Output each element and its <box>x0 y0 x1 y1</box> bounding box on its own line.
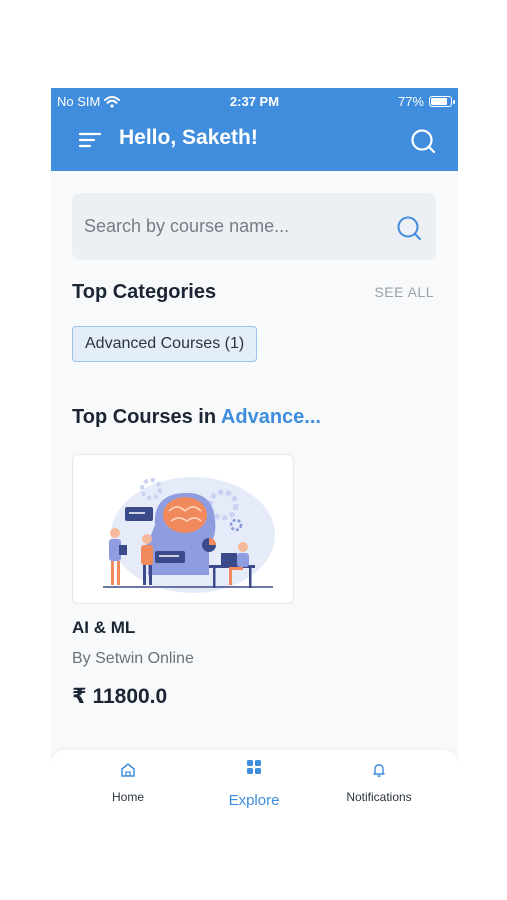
course-price: ₹ 11800.0 <box>72 685 168 708</box>
battery-label: 77% <box>397 94 424 109</box>
tab-home-label: Home <box>111 790 144 804</box>
top-courses-title: Top Courses in Advance... <box>72 406 321 429</box>
ai-illustration <box>103 477 275 593</box>
search-input[interactable] <box>84 193 384 260</box>
status-time: 2:37 PM <box>229 94 280 109</box>
top-courses-title-accent[interactable]: Advance... <box>221 406 321 428</box>
grid-icon <box>247 760 261 774</box>
see-all-link[interactable]: SEE ALL <box>374 284 434 300</box>
course-title[interactable]: AI & ML <box>72 618 135 638</box>
course-thumbnail[interactable] <box>72 454 294 604</box>
bell-icon <box>373 764 385 777</box>
tab-notifications-label: Notifications <box>346 790 412 804</box>
app-header: No SIM 2:37 PM 77% Hello, Saketh! <box>51 88 458 171</box>
top-courses-title-prefix: Top Courses in <box>72 406 221 428</box>
bottom-tab-bar: Home Explore Notifications <box>51 750 458 820</box>
search-icon[interactable] <box>396 215 422 241</box>
tab-explore-label: Explore <box>228 792 280 809</box>
category-chip[interactable]: Advanced Courses (1) <box>72 326 258 362</box>
status-bar: No SIM 2:37 PM 77% <box>51 92 458 110</box>
tab-explore[interactable]: Explore <box>186 750 322 820</box>
home-icon <box>121 763 135 777</box>
top-categories-title: Top Categories <box>72 281 217 303</box>
course-author: By Setwin Online <box>72 650 194 667</box>
status-right: 77% <box>397 94 455 109</box>
course-search-bar <box>72 193 436 260</box>
greeting-title: Hello, Saketh! <box>119 126 258 149</box>
tab-notifications[interactable]: Notifications <box>311 750 447 820</box>
menu-icon[interactable] <box>79 131 101 149</box>
tab-home[interactable]: Home <box>60 750 196 820</box>
search-icon[interactable] <box>410 128 436 154</box>
app-screen: No SIM 2:37 PM 77% Hello, Saketh! Search… <box>51 88 458 820</box>
battery-icon <box>429 96 455 107</box>
